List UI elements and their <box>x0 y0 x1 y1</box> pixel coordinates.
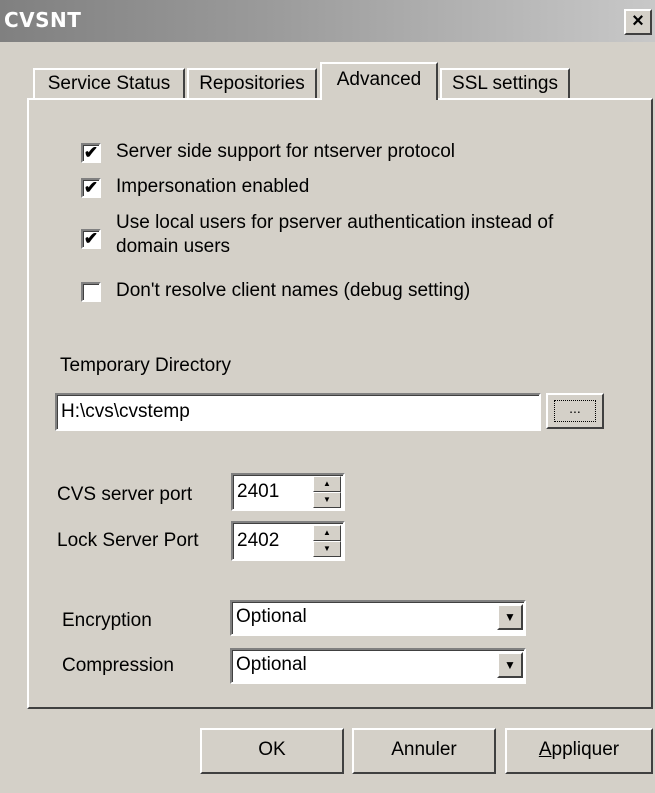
close-icon: × <box>632 10 644 32</box>
tab-repositories[interactable]: Repositories <box>187 68 317 100</box>
cvs-port-label: CVS server port <box>57 484 193 505</box>
tab-ssl-settings[interactable]: SSL settings <box>440 68 570 100</box>
lock-port-spinner[interactable]: ▲ ▼ <box>313 525 341 557</box>
local-users-label-line1: Use local users for pserver authenticati… <box>116 212 554 233</box>
tab-label: SSL settings <box>452 73 558 94</box>
compression-label: Compression <box>62 655 174 676</box>
check-icon: ✔ <box>83 229 99 248</box>
spin-up-icon[interactable]: ▲ <box>313 476 341 492</box>
tab-advanced[interactable]: Advanced <box>320 62 438 100</box>
local-users-label-line2: domain users <box>116 236 231 257</box>
ok-button[interactable]: OK <box>200 728 344 774</box>
temp-dir-label: Temporary Directory <box>60 355 232 376</box>
lock-port-label: Lock Server Port <box>57 530 199 551</box>
encryption-dropdown-icon[interactable]: ▼ <box>497 604 523 630</box>
encryption-value: Optional <box>236 606 307 627</box>
tab-label: Service Status <box>47 73 171 94</box>
tab-label: Repositories <box>199 73 305 94</box>
spin-down-icon[interactable]: ▼ <box>313 492 341 508</box>
tab-service-status[interactable]: Service Status <box>33 68 185 100</box>
impersonation-checkbox[interactable]: ✔ <box>81 178 101 198</box>
cancel-button[interactable]: Annuler <box>352 728 496 774</box>
encryption-label: Encryption <box>62 610 152 631</box>
apply-button-label: Appliquer <box>538 739 620 760</box>
window-title: CVSNT <box>4 8 82 32</box>
encryption-select[interactable]: Optional <box>230 600 526 636</box>
compression-dropdown-icon[interactable]: ▼ <box>497 652 523 678</box>
apply-button[interactable]: Appliquer <box>505 728 653 774</box>
compression-select[interactable]: Optional <box>230 648 526 684</box>
local-users-checkbox[interactable]: ✔ <box>81 229 101 249</box>
close-button[interactable]: × <box>624 9 652 35</box>
browse-button[interactable]: ... <box>546 393 604 429</box>
dont-resolve-names-checkbox[interactable] <box>81 282 101 302</box>
title-bar: CVSNT × <box>0 0 655 42</box>
check-icon: ✔ <box>83 143 99 162</box>
spin-up-icon[interactable]: ▲ <box>313 525 341 541</box>
temp-dir-input[interactable] <box>55 393 541 431</box>
browse-button-label: ... <box>554 400 596 422</box>
spin-down-icon[interactable]: ▼ <box>313 541 341 557</box>
ok-button-label: OK <box>258 739 286 760</box>
tab-label: Advanced <box>336 69 422 90</box>
dont-resolve-names-label: Don't resolve client names (debug settin… <box>116 280 471 301</box>
impersonation-label: Impersonation enabled <box>116 176 310 197</box>
ntserver-protocol-label: Server side support for ntserver protoco… <box>116 141 455 162</box>
cancel-button-label: Annuler <box>391 739 457 760</box>
cvs-port-spinner[interactable]: ▲ ▼ <box>313 476 341 508</box>
check-icon: ✔ <box>83 178 99 197</box>
compression-value: Optional <box>236 654 307 675</box>
ntserver-protocol-checkbox[interactable]: ✔ <box>81 143 101 163</box>
